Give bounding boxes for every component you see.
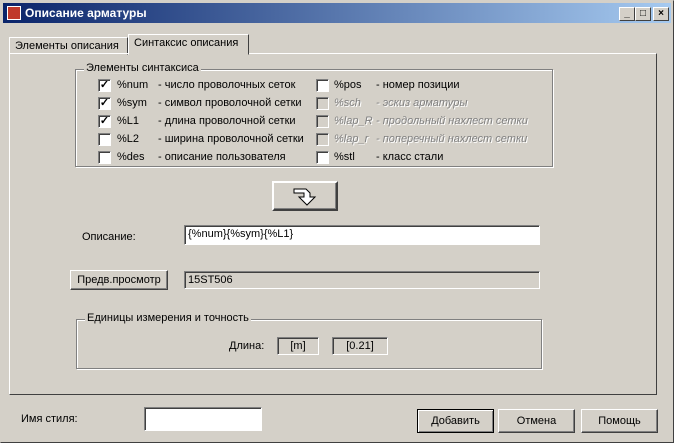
checkbox-stl[interactable] [316, 151, 329, 164]
units-group: Единицы измерения и точность Длина: [m] … [76, 312, 542, 369]
desc-lap-r-long: - продольный нахлест сетки [376, 115, 528, 127]
code-l2: %L2 [117, 133, 140, 145]
insert-syntax-button[interactable] [272, 181, 338, 211]
length-label: Длина: [229, 340, 265, 352]
length-unit-field[interactable]: [m] [277, 337, 319, 355]
maximize-button[interactable]: □ [635, 7, 651, 21]
minimize-button[interactable]: _ [619, 7, 635, 21]
desc-stl: - класс стали [376, 151, 444, 163]
cancel-button[interactable]: Отмена [498, 409, 575, 433]
units-group-title: Единицы измерения и точность [85, 312, 251, 324]
code-num: %num [117, 79, 149, 91]
help-button[interactable]: Помощь [581, 409, 658, 433]
preview-output: 15ST506 [184, 271, 540, 289]
title-bar[interactable]: Описание арматуры _ □ × [3, 3, 671, 23]
add-button[interactable]: Добавить [417, 409, 494, 433]
style-name-input[interactable] [144, 407, 262, 431]
desc-l1: - длина проволочной сетки [158, 115, 296, 127]
syntax-elements-title: Элементы синтаксиса [84, 62, 201, 74]
style-name-label: Имя стиля: [21, 413, 78, 425]
code-sch: %sch [334, 97, 361, 109]
desc-sch: - эскиз арматуры [376, 97, 468, 109]
code-l1: %L1 [117, 115, 140, 127]
code-pos: %pos [334, 79, 362, 91]
desc-num: - число проволочных сеток [158, 79, 296, 91]
insert-arrow-icon [293, 188, 317, 206]
code-lap-r-cross: %lap_r [334, 133, 369, 145]
description-label: Описание: [82, 231, 136, 243]
close-button[interactable]: × [653, 7, 669, 21]
code-stl: %stl [334, 151, 355, 163]
checkbox-num[interactable]: ✓ [98, 79, 111, 92]
checkbox-des[interactable] [98, 151, 111, 164]
code-des: %des [117, 151, 145, 163]
window-title: Описание арматуры [25, 6, 147, 20]
desc-pos: - номер позиции [376, 79, 460, 91]
desc-des: - описание пользователя [158, 151, 286, 163]
checkbox-sym[interactable]: ✓ [98, 97, 111, 110]
desc-sym: - символ проволочной сетки [158, 97, 302, 109]
checkbox-l1[interactable]: ✓ [98, 115, 111, 128]
desc-l2: - ширина проволочной сетки [158, 133, 304, 145]
checkbox-sch[interactable] [316, 97, 329, 110]
checkbox-l2[interactable] [98, 133, 111, 146]
preview-button[interactable]: Предв.просмотр [70, 270, 168, 290]
tab-description-syntax[interactable]: Синтаксис описания [128, 34, 249, 55]
description-input[interactable]: {%num}{%sym}{%L1} [184, 225, 540, 245]
code-sym: %sym [117, 97, 147, 109]
length-precision-field[interactable]: [0.21] [332, 337, 388, 355]
syntax-elements-group: Элементы синтаксиса ✓ %num - число прово… [75, 62, 553, 167]
desc-lap-r-cross: - поперечный нахлест сетки [376, 133, 528, 145]
dialog-window: Описание арматуры _ □ × Элементы описани… [0, 0, 674, 443]
checkbox-lap-r-cross[interactable] [316, 133, 329, 146]
checkbox-pos[interactable] [316, 79, 329, 92]
tab-panel: Элементы синтаксиса ✓ %num - число прово… [9, 53, 657, 395]
checkbox-lap-r-long[interactable] [316, 115, 329, 128]
app-icon [7, 6, 21, 20]
code-lap-r-long: %lap_R [334, 115, 373, 127]
